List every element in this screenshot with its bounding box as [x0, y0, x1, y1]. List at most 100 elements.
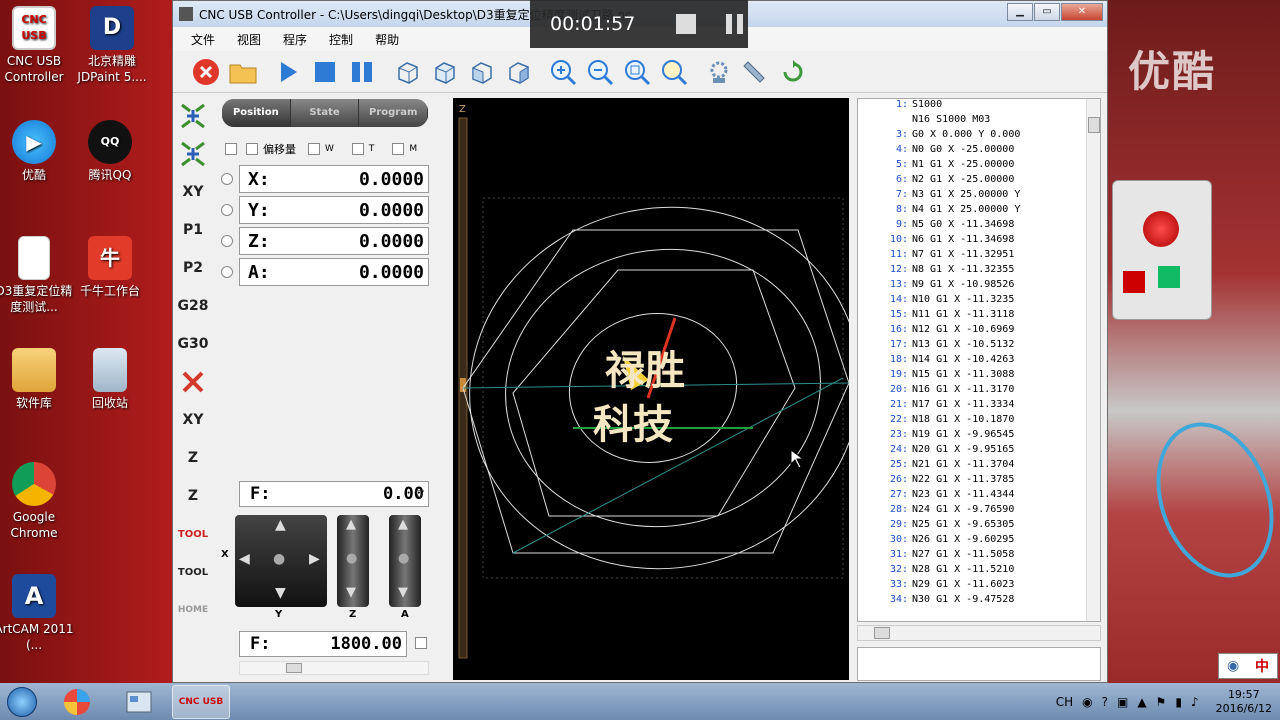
jog-z-slider[interactable]: ▲ ● ▼ [337, 515, 369, 607]
view-iso-icon[interactable] [390, 55, 424, 89]
minimize-button[interactable]: ▁ [1007, 3, 1033, 21]
zoom-fit-icon[interactable] [620, 55, 654, 89]
desktop-icon-cnc[interactable]: CNC USB CNC USB Controller [0, 6, 74, 85]
taskbar-app-browser[interactable] [48, 685, 106, 719]
stop-icon[interactable] [189, 55, 223, 89]
jog-a-down-icon[interactable]: ▼ [398, 585, 408, 600]
desktop-icon-qianniu[interactable]: 牛 千牛工作台 [70, 236, 150, 299]
stop-square-icon[interactable] [308, 55, 342, 89]
gcode-line[interactable]: 34: N30 G1 X -9.47528 [858, 594, 1100, 609]
tab-state[interactable]: State [291, 99, 360, 127]
gcode-line[interactable]: 14: N10 G1 X -11.3235 [858, 294, 1100, 309]
gcode-scrollbar[interactable] [1086, 99, 1100, 621]
jog-z-down-icon[interactable]: ▼ [346, 585, 356, 600]
gcode-line[interactable]: 18: N14 G1 X -10.4263 [858, 354, 1100, 369]
desktop-icon-ncfile[interactable]: D3重复定位精度测试... [0, 236, 74, 315]
display-icon[interactable]: ▣ [1117, 695, 1128, 709]
taskbar-app-cnc[interactable]: CNC USB [172, 684, 230, 719]
feed-rate-field[interactable]: F: 1800.00 [239, 631, 407, 657]
gcode-line[interactable]: 25: N21 G1 X -11.3704 [858, 459, 1100, 474]
zoom-out-icon[interactable] [583, 55, 617, 89]
gcode-line[interactable]: 5: N1 G1 X -25.00000 [858, 159, 1100, 174]
menu-view[interactable]: 视图 [237, 31, 261, 48]
zero-xy-button[interactable]: XY [176, 403, 210, 437]
axis-z-radio[interactable] [221, 235, 233, 247]
jog-a-knob-icon[interactable]: ● [398, 551, 409, 566]
desktop-icon-software[interactable]: 软件库 [0, 348, 74, 411]
gcode-listing[interactable]: 1: S1000 N16 S1000 M03 3: G0 X 0.000 Y 0.000… [857, 98, 1101, 622]
gcode-line[interactable]: 30: N26 G1 X -9.60295 [858, 534, 1100, 549]
gcode-line[interactable]: 3: G0 X 0.000 Y 0.000 [858, 129, 1100, 144]
desktop-icon-artcam[interactable]: A ArtCAM 2011 (... [0, 574, 74, 653]
help-icon[interactable]: ? [1102, 695, 1108, 709]
gcode-line[interactable]: 23: N19 G1 X -9.96545 [858, 429, 1100, 444]
network-icon[interactable]: ▮ [1175, 695, 1182, 709]
gcode-line[interactable]: 12: N8 G1 X -11.32355 [858, 264, 1100, 279]
ime-mode[interactable]: 中 [1255, 656, 1269, 676]
toolpath-3d-view[interactable]: Z 禄胜 科技 [453, 98, 861, 680]
desktop-icon-qq[interactable]: QQ 腾讯QQ [70, 120, 150, 183]
tray-expand-icon[interactable]: ▲ [1137, 695, 1146, 709]
clock[interactable]: 19:57 2016/6/12 [1216, 688, 1272, 716]
t-checkbox[interactable] [351, 143, 364, 155]
gcode-line[interactable]: 26: N22 G1 X -11.3785 [858, 474, 1100, 489]
gcode-scroll-thumb[interactable] [1088, 117, 1100, 133]
language-icon[interactable]: ◉ [1082, 695, 1092, 709]
gcode-line[interactable]: 10: N6 G1 X -11.34698 [858, 234, 1100, 249]
g28-button[interactable]: G28 [176, 289, 210, 323]
gcode-line[interactable]: 32: N28 G1 X -11.5210 [858, 564, 1100, 579]
play-icon[interactable] [271, 55, 305, 89]
menu-help[interactable]: 帮助 [375, 31, 399, 48]
feed-override-field[interactable]: F: 0.00 [239, 481, 429, 507]
jog-a-slider[interactable]: ▲ ● ▼ [389, 515, 421, 607]
gcode-line[interactable]: 1: S1000 [858, 99, 1100, 114]
close-button[interactable]: ✕ [1061, 3, 1103, 21]
gcode-line[interactable]: N16 S1000 M03 [858, 114, 1100, 129]
gcode-hscroll-thumb[interactable] [874, 627, 890, 639]
desktop-icon-jdpaint[interactable]: D 北京精雕 JDPaint 5.... [72, 6, 152, 85]
p1-button[interactable]: P1 [176, 213, 210, 247]
axis-x-radio[interactable] [221, 173, 233, 185]
home-button[interactable]: HOME [176, 593, 210, 627]
p2-button[interactable]: P2 [176, 251, 210, 285]
gcode-line[interactable]: 9: N5 G0 X -11.34698 [858, 219, 1100, 234]
gcode-line[interactable]: 13: N9 G1 X -10.98526 [858, 279, 1100, 294]
gcode-line[interactable]: 33: N29 G1 X -11.6023 [858, 579, 1100, 594]
menu-program[interactable]: 程序 [283, 31, 307, 48]
gcode-hscrollbar[interactable] [857, 625, 1101, 641]
jog-right-arrow-icon[interactable]: ▶ [309, 551, 320, 567]
axis-y-radio[interactable] [221, 204, 233, 216]
jog-z-knob-icon[interactable]: ● [346, 551, 357, 566]
maximize-button[interactable]: ▭ [1034, 3, 1060, 21]
desktop-icon-chrome[interactable]: Google Chrome [0, 462, 74, 541]
gcode-line[interactable]: 8: N4 G1 X 25.00000 Y [858, 204, 1100, 219]
ime-float-bar[interactable]: ◉ 中 [1218, 653, 1278, 679]
probe-z-button[interactable]: Z [176, 479, 210, 513]
gcode-line[interactable]: 20: N16 G1 X -11.3170 [858, 384, 1100, 399]
ime-indicator[interactable]: CH [1056, 695, 1073, 709]
gcode-line[interactable]: 21: N17 G1 X -11.3334 [858, 399, 1100, 414]
gcode-line[interactable]: 27: N23 G1 X -11.4344 [858, 489, 1100, 504]
tab-program[interactable]: Program [359, 99, 428, 127]
tool-measure-button[interactable]: TOOL [176, 555, 210, 589]
m-checkbox[interactable] [392, 143, 405, 155]
gcode-line[interactable]: 6: N2 G1 X -25.00000 [858, 174, 1100, 189]
axis-a-radio[interactable] [221, 266, 233, 278]
view-side-icon[interactable] [501, 55, 535, 89]
feed-rate-checkbox[interactable] [415, 637, 427, 649]
jog-up-arrow-icon[interactable]: ▲ [275, 517, 286, 533]
jog-left-arrow-icon[interactable]: ◀ [239, 551, 250, 567]
panel-scroll-thumb[interactable] [286, 663, 302, 673]
view-front-icon[interactable] [464, 55, 498, 89]
gcode-line[interactable]: 29: N25 G1 X -9.65305 [858, 519, 1100, 534]
gcode-line[interactable]: 24: N20 G1 X -9.95165 [858, 444, 1100, 459]
tool-icon[interactable] [739, 55, 773, 89]
xy-button[interactable]: XY [176, 175, 210, 209]
gcode-line[interactable]: 16: N12 G1 X -10.6969 [858, 324, 1100, 339]
gcode-line[interactable]: 17: N13 G1 X -10.5132 [858, 339, 1100, 354]
menu-control[interactable]: 控制 [329, 31, 353, 48]
gcode-line[interactable]: 11: N7 G1 X -11.32951 [858, 249, 1100, 264]
tab-position[interactable]: Position [222, 99, 291, 127]
gcode-line[interactable]: 31: N27 G1 X -11.5058 [858, 549, 1100, 564]
gcode-line[interactable]: 4: N0 G0 X -25.00000 [858, 144, 1100, 159]
